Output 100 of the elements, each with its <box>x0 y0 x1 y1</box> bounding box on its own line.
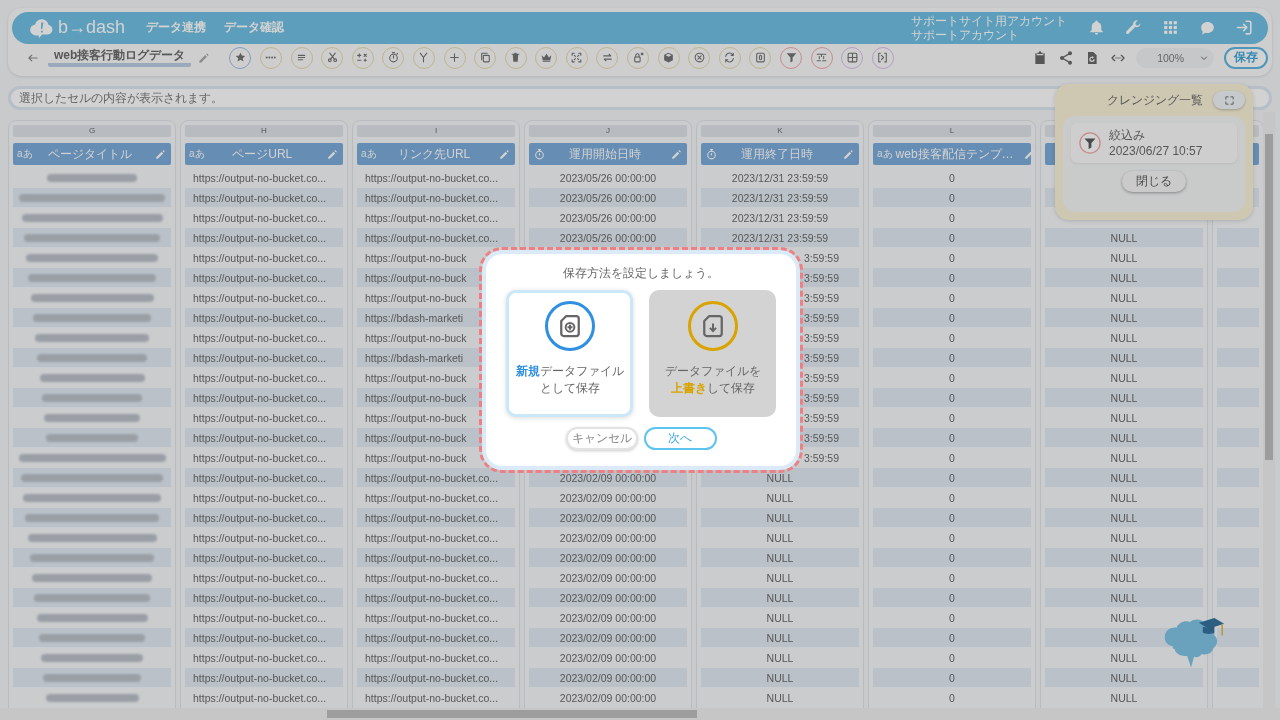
column-letter: J <box>529 125 687 137</box>
scroll-thumb[interactable] <box>1265 134 1273 460</box>
table-cell: 2023/12/31 23:59:59 <box>731 192 829 204</box>
table-cell: 2023/12/31 23:59:59 <box>731 172 829 184</box>
clipboard-icon[interactable] <box>1032 49 1048 66</box>
table-cell: https://output-no-bucket.co... <box>365 492 499 504</box>
pencil-icon[interactable] <box>842 147 855 161</box>
table-cell: 2023/02/09 00:00:00 <box>559 532 657 544</box>
title-field[interactable]: web接客行動ログデータ <box>48 48 192 68</box>
dialog-title: 保存方法を設定しましょう。 <box>563 265 719 282</box>
save-button[interactable]: 保存 <box>1224 46 1268 69</box>
table-cell: https://output-no-bucket.co... <box>193 632 327 644</box>
table-cell: https://output-no-bucket.co... <box>193 652 327 664</box>
scroll-thumb[interactable] <box>327 710 697 718</box>
table-cell: NULL <box>766 592 794 604</box>
table-cell: 2023/02/09 00:00:00 <box>559 572 657 584</box>
table-cell: NULL <box>766 472 794 484</box>
stopwatch-icon <box>705 147 718 161</box>
table-cell: NULL <box>1110 552 1138 564</box>
column-header[interactable]: aあ web接客配信テンプ… <box>873 143 1031 165</box>
save-option-card[interactable]: データファイルを 上書きして保存 <box>649 290 776 417</box>
table-cell: 3:59:59 <box>803 432 839 444</box>
column-title: 運用開始日時 <box>568 145 642 163</box>
table-cell: https://output-no-buck <box>365 452 467 464</box>
column-title: web接客配信テンプ… <box>895 145 1014 163</box>
column-header[interactable]: aあ ページタイトル <box>13 143 171 165</box>
table-cell: 0 <box>949 372 955 384</box>
table-cell: 2023/02/09 00:00:00 <box>559 672 657 684</box>
table-cell: https://output-no-buck <box>365 292 467 304</box>
zoom-select[interactable]: 100% <box>1136 47 1214 68</box>
horizontal-scrollbar[interactable] <box>0 708 1280 720</box>
table-cell: https://output-no-bucket.co... <box>193 692 327 704</box>
column-header[interactable]: aあ ページURL <box>185 143 343 165</box>
close-button[interactable]: 閉じる <box>1122 171 1186 192</box>
table-cell: 3:59:59 <box>803 272 839 284</box>
type-label: aあ <box>877 147 893 161</box>
type-label: aあ <box>361 147 377 161</box>
column-header[interactable]: aあ リンク先URL <box>357 143 515 165</box>
table-cell: https://output-no-bucket.co... <box>365 672 499 684</box>
pencil-icon[interactable] <box>154 147 167 161</box>
next-button[interactable]: 次へ <box>643 427 717 450</box>
table-cell: https://output-no-bucket.co... <box>365 212 499 224</box>
table-cell: https://output-no-bucket.co... <box>193 432 327 444</box>
table-cell: 0 <box>949 512 955 524</box>
table-cell: NULL <box>1110 652 1138 664</box>
panel-title: クレンジング一覧 <box>1107 91 1203 109</box>
table-cell: 0 <box>949 272 955 284</box>
table-cell: https://output-no-bucket.co... <box>193 332 327 344</box>
table-cell: NULL <box>1110 352 1138 364</box>
cancel-button[interactable]: キャンセル <box>565 427 638 450</box>
logo-text: b→dash <box>58 17 126 39</box>
table-cell: 3:59:59 <box>803 392 839 404</box>
table-cell: NULL <box>766 612 794 624</box>
cleansing-item[interactable]: 絞込み 2023/06/27 10:57 <box>1071 123 1237 163</box>
table-cell: 3:59:59 <box>803 412 839 424</box>
table-cell: https://output-no-bucket.co... <box>193 212 327 224</box>
table-cell: NULL <box>1110 592 1138 604</box>
logout-icon[interactable] <box>1235 18 1254 38</box>
pencil-icon[interactable] <box>498 147 511 161</box>
vertical-scrollbar[interactable] <box>1263 112 1275 708</box>
table-cell: NULL <box>1110 412 1138 424</box>
table-cell: 0 <box>949 532 955 544</box>
table-cell: https://output-no-bucket.co... <box>365 572 499 584</box>
table-cell: https://output-no-bucket.co... <box>365 532 499 544</box>
pencil-icon[interactable] <box>670 147 683 161</box>
table-cell: 2023/02/09 00:00:00 <box>559 472 657 484</box>
counter-icon <box>753 51 767 65</box>
table-cell: https://output-no-bucket.co... <box>365 512 499 524</box>
nav-link[interactable]: データ連携 <box>146 19 206 37</box>
table-cell: 0 <box>949 652 955 664</box>
table-cell: 3:59:59 <box>803 292 839 304</box>
crown-icon <box>539 51 553 65</box>
table-cell: NULL <box>1110 612 1138 624</box>
operators-icon <box>356 51 370 65</box>
save-option-card[interactable]: 新規データファイル として保存 <box>506 290 633 417</box>
fullscreen-button[interactable] <box>1213 91 1245 109</box>
share-icon[interactable] <box>1058 49 1074 66</box>
table-cell: 0 <box>949 192 955 204</box>
column-header[interactable]: 運用終了日時 <box>701 143 859 165</box>
table-cell: https://output-no-buck <box>365 392 467 404</box>
nav-link[interactable]: データ確認 <box>224 19 284 37</box>
table-cell: 0 <box>949 452 955 464</box>
column-title: 運用終了日時 <box>740 145 814 163</box>
table-cell: https://output-no-bucket.co... <box>193 532 327 544</box>
column-header[interactable]: 運用開始日時 <box>529 143 687 165</box>
cube-icon <box>662 51 676 65</box>
table-cell: https://output-no-bucket.co... <box>193 412 327 424</box>
table-cell: 2023/12/31 23:59:59 <box>731 232 829 244</box>
pencil-icon[interactable] <box>326 147 339 161</box>
timer-icon <box>386 51 400 65</box>
bell-icon[interactable] <box>1087 18 1106 38</box>
column-title: ページURL <box>231 145 294 163</box>
column-letter: K <box>701 125 859 137</box>
table-cell: https://output-no-bucket.co... <box>193 252 327 264</box>
table-cell: 0 <box>949 492 955 504</box>
table-cell: NULL <box>1110 252 1138 264</box>
table-cell: https://output-no-bucket.co... <box>365 192 499 204</box>
table-cell: 0 <box>949 412 955 424</box>
table-cell: 2023/12/31 23:59:59 <box>731 212 829 224</box>
table-cell: https://output-no-bucket.co... <box>365 172 499 184</box>
